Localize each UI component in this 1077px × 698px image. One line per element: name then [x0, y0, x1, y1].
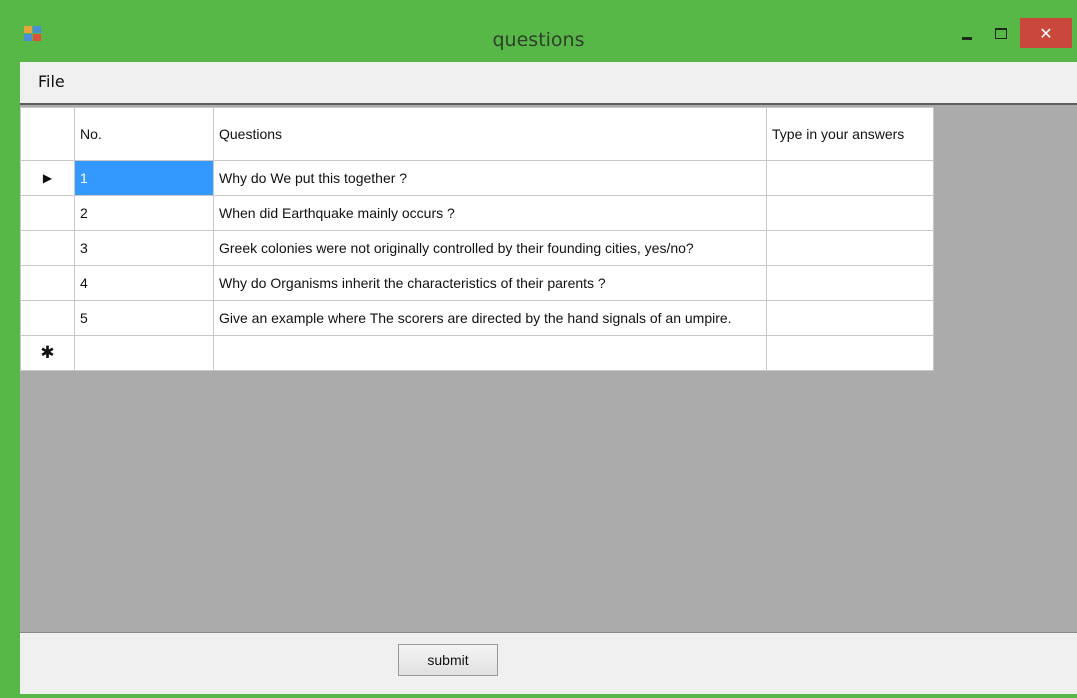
row-header[interactable]	[20, 230, 75, 266]
questions-grid[interactable]: No. Questions Type in your answers ▶ 1 W…	[20, 107, 934, 371]
new-row-icon: ✱	[40, 343, 55, 362]
minimize-button[interactable]	[954, 18, 980, 48]
cell-question[interactable]: When did Earthquake mainly occurs ?	[213, 195, 767, 231]
window-title: questions	[492, 29, 585, 51]
cell-question[interactable]: Why do We put this together ?	[213, 160, 767, 196]
menu-bar: File	[20, 62, 1077, 105]
title-bar[interactable]: questions ✕	[0, 0, 1077, 62]
table-row: ▶ 1 Why do We put this together ?	[20, 160, 934, 196]
current-row-icon: ▶	[42, 171, 53, 185]
answer-cell[interactable]	[766, 265, 934, 301]
column-header-questions[interactable]: Questions	[213, 107, 767, 161]
row-header[interactable]	[20, 195, 75, 231]
client-area: File No. Questions Type in your answers …	[20, 62, 1077, 694]
questions-table: No. Questions Type in your answers ▶ 1 W…	[20, 107, 934, 371]
cell-question[interactable]: Greek colonies were not originally contr…	[213, 230, 767, 266]
answer-cell[interactable]	[766, 195, 934, 231]
answer-cell[interactable]	[766, 160, 934, 196]
cell-no[interactable]: 2	[74, 195, 214, 231]
minimize-icon	[962, 36, 972, 40]
new-cell-answer[interactable]	[766, 335, 934, 371]
cell-question[interactable]: Give an example where The scorers are di…	[213, 300, 767, 336]
cell-no[interactable]: 4	[74, 265, 214, 301]
submit-button[interactable]: submit	[398, 644, 498, 676]
row-header[interactable]	[20, 300, 75, 336]
maximize-icon	[995, 27, 1007, 39]
table-row: 3 Greek colonies were not originally con…	[20, 230, 934, 266]
row-header-current[interactable]: ▶	[20, 160, 75, 196]
cell-question[interactable]: Why do Organisms inherit the characteris…	[213, 265, 767, 301]
menu-file[interactable]: File	[30, 70, 73, 93]
cell-no[interactable]: 5	[74, 300, 214, 336]
table-row: 4 Why do Organisms inherit the character…	[20, 265, 934, 301]
new-cell-question[interactable]	[213, 335, 767, 371]
header-row: No. Questions Type in your answers	[20, 107, 934, 161]
new-row: ✱	[20, 335, 934, 371]
table-row: 2 When did Earthquake mainly occurs ?	[20, 195, 934, 231]
application-window: questions ✕ File No. Questions Type in y…	[0, 0, 1077, 698]
cell-no[interactable]: 1	[74, 160, 214, 196]
row-header-new[interactable]: ✱	[20, 335, 75, 371]
answer-cell[interactable]	[766, 230, 934, 266]
cell-no[interactable]: 3	[74, 230, 214, 266]
bottom-panel: submit	[20, 632, 1077, 694]
close-button[interactable]: ✕	[1020, 18, 1072, 48]
maximize-button[interactable]	[988, 18, 1014, 48]
corner-header[interactable]	[20, 107, 75, 161]
answer-cell[interactable]	[766, 300, 934, 336]
column-header-answers[interactable]: Type in your answers	[766, 107, 934, 161]
table-row: 5 Give an example where The scorers are …	[20, 300, 934, 336]
new-cell-no[interactable]	[74, 335, 214, 371]
close-icon: ✕	[1039, 23, 1053, 43]
column-header-no[interactable]: No.	[74, 107, 214, 161]
row-header[interactable]	[20, 265, 75, 301]
